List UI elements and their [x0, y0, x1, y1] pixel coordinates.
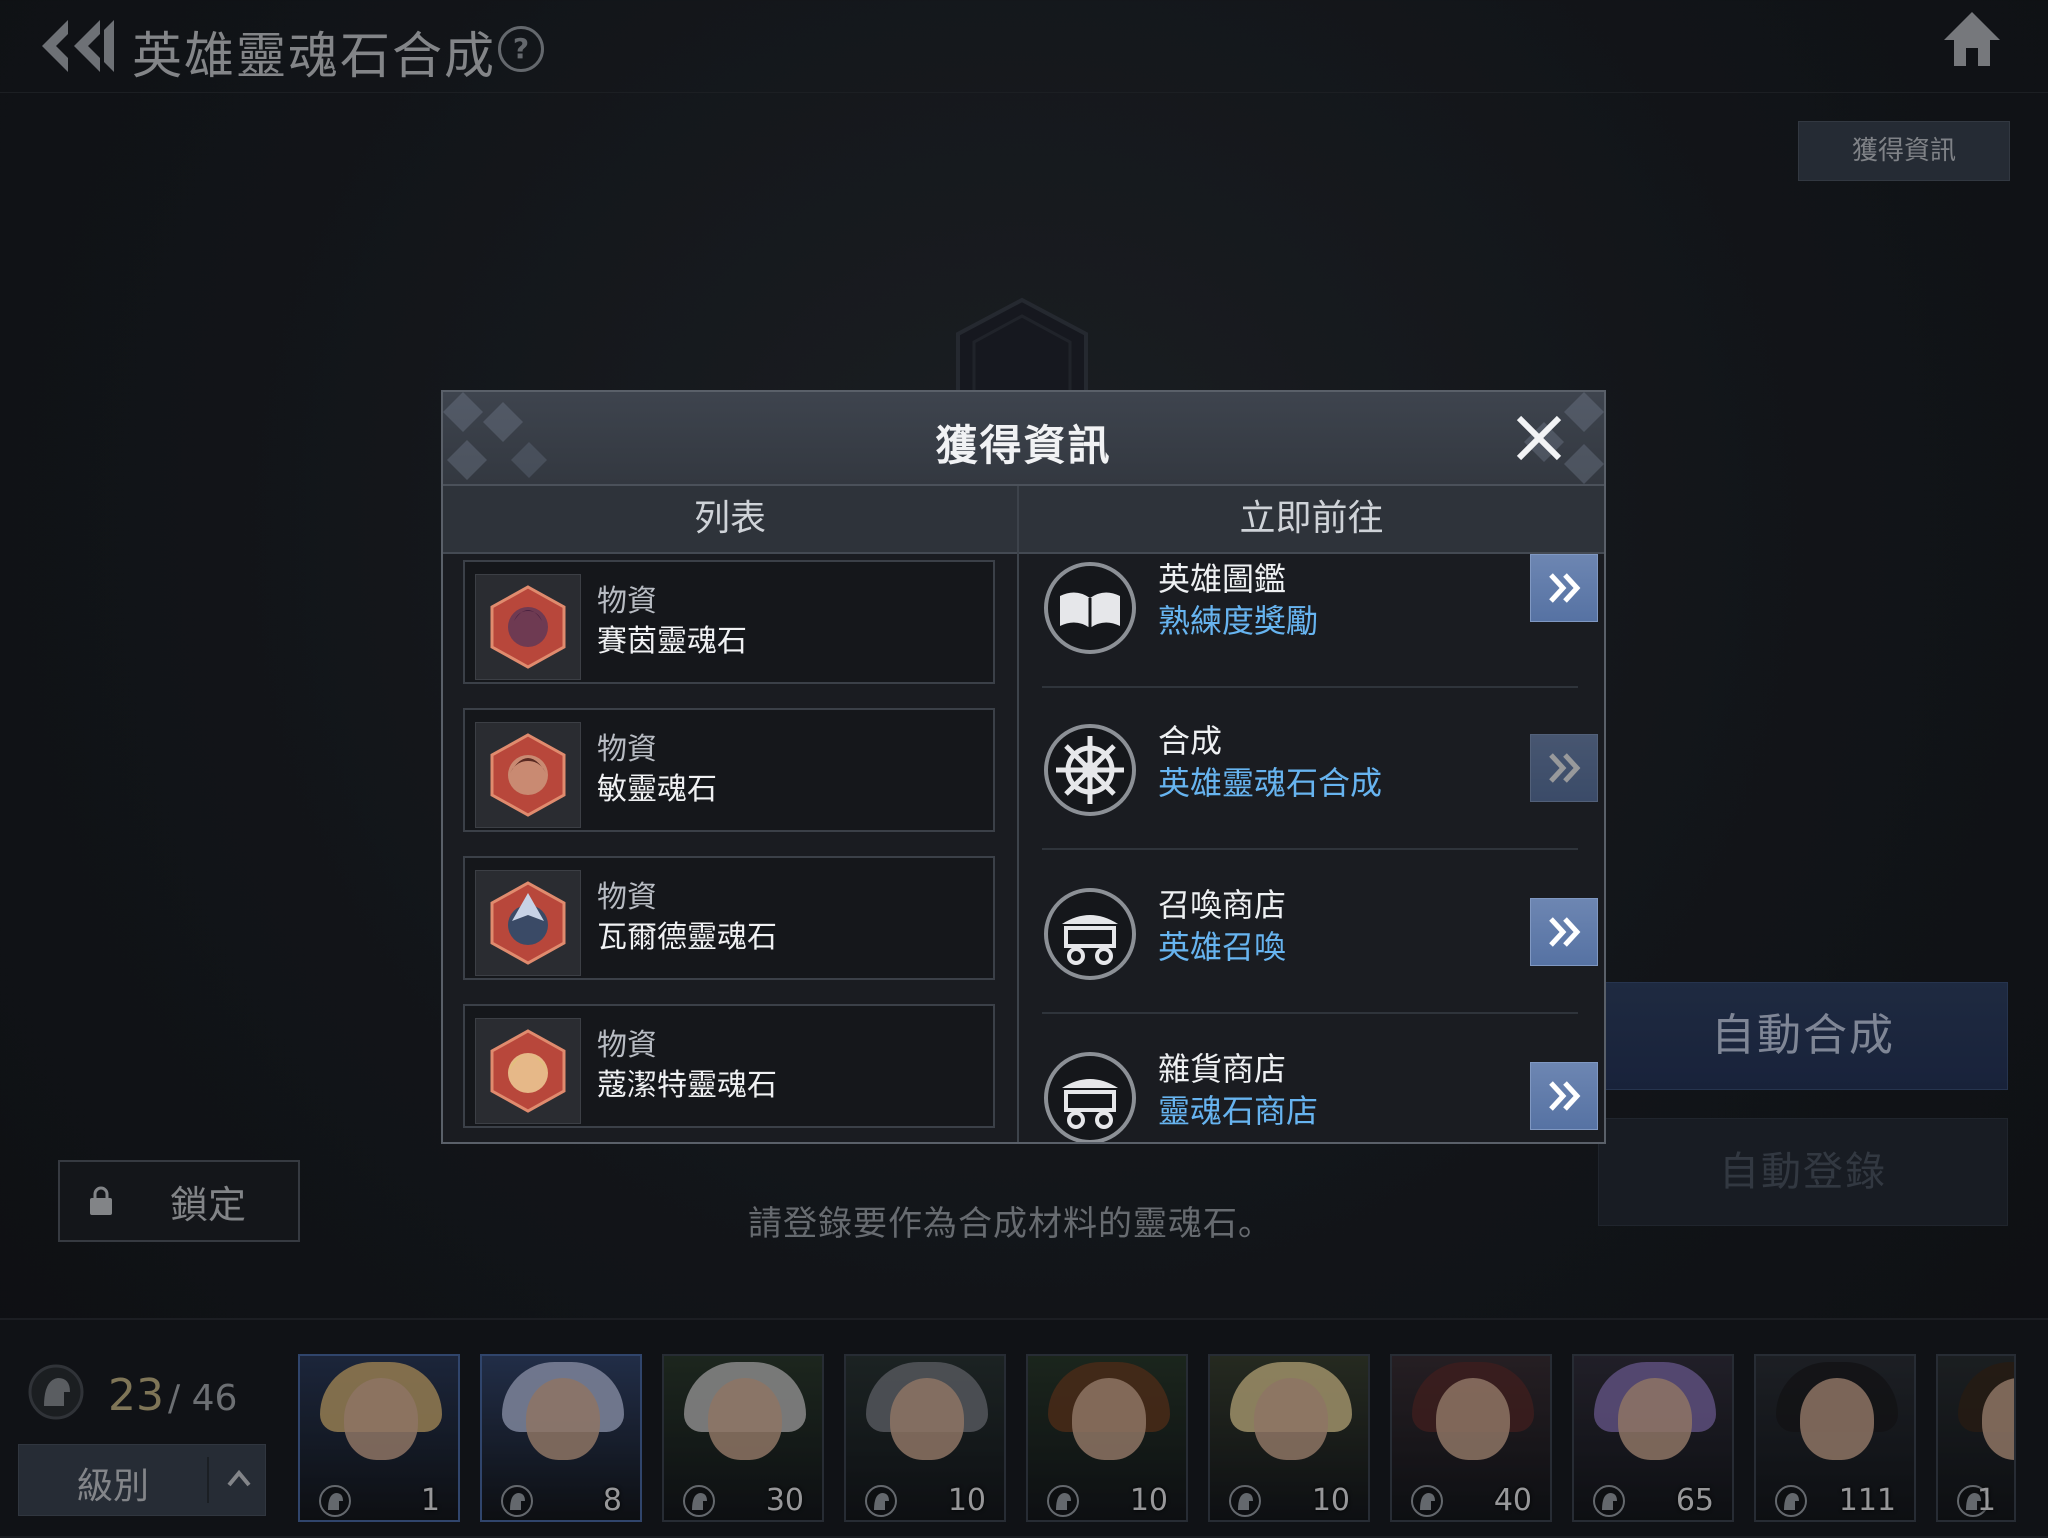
- close-icon[interactable]: [1509, 408, 1569, 468]
- item-category: 物資: [597, 584, 657, 619]
- item-name: 蔻潔特靈魂石: [597, 1068, 777, 1103]
- route-destination: 英雄靈魂石合成: [1158, 764, 1383, 802]
- soulstone-icon: [490, 585, 566, 669]
- soulstone-icon: [490, 1029, 566, 1113]
- soulstone-thumb: [475, 870, 581, 976]
- route-category: 召喚商店: [1158, 886, 1287, 924]
- list-item[interactable]: 物資 瓦爾德靈魂石: [463, 856, 995, 980]
- double-chevron-icon: [1549, 753, 1581, 783]
- double-chevron-icon: [1549, 573, 1581, 603]
- route-row: 英雄圖鑑 熟練度獎勵: [1018, 526, 1604, 688]
- route-row: 召喚商店 英雄召喚: [1018, 852, 1604, 1014]
- cart-icon: [1044, 888, 1136, 980]
- go-button[interactable]: [1530, 734, 1598, 802]
- route-row: 合成 英雄靈魂石合成: [1018, 688, 1604, 850]
- route-category: 英雄圖鑑: [1158, 560, 1287, 598]
- item-name: 瓦爾德靈魂石: [597, 920, 777, 955]
- acquire-info-dialog: 獲得資訊 列表 立即前往 物資 賽茵靈魂石 物資 敏靈魂石 物資 瓦爾德靈魂石 …: [441, 390, 1606, 1144]
- list-item[interactable]: 物資 賽茵靈魂石: [463, 560, 995, 684]
- route-destination: 英雄召喚: [1158, 928, 1287, 966]
- route-row: 雜貨商店 靈魂石商店: [1018, 1016, 1604, 1142]
- soulstone-thumb: [475, 722, 581, 828]
- route-separator: [1042, 848, 1578, 850]
- item-name: 賽茵靈魂石: [597, 624, 747, 659]
- wheel-icon: [1044, 724, 1136, 816]
- list-column-header: 列表: [443, 486, 1017, 554]
- double-chevron-icon: [1549, 917, 1581, 947]
- item-category: 物資: [597, 880, 657, 915]
- cart-icon: [1044, 1052, 1136, 1142]
- book-icon: [1044, 562, 1136, 654]
- soulstone-icon: [490, 733, 566, 817]
- list-item[interactable]: 物資 敏靈魂石: [463, 708, 995, 832]
- dialog-title: 獲得資訊: [935, 421, 1112, 470]
- go-button[interactable]: [1530, 1062, 1598, 1130]
- route-destination: 靈魂石商店: [1158, 1092, 1319, 1130]
- route-category: 合成: [1158, 722, 1223, 760]
- go-button[interactable]: [1530, 554, 1598, 622]
- route-category: 雜貨商店: [1158, 1050, 1287, 1088]
- list-item[interactable]: 物資 蔻潔特靈魂石: [463, 1004, 995, 1128]
- soulstone-thumb: [475, 1018, 581, 1124]
- dialog-header: 獲得資訊: [443, 392, 1604, 486]
- route-separator: [1042, 1012, 1578, 1014]
- item-category: 物資: [597, 1028, 657, 1063]
- route-destination: 熟練度獎勵: [1158, 602, 1319, 640]
- item-name: 敏靈魂石: [597, 772, 717, 807]
- soulstone-icon: [490, 881, 566, 965]
- soulstone-thumb: [475, 574, 581, 680]
- item-category: 物資: [597, 732, 657, 767]
- go-button[interactable]: [1530, 898, 1598, 966]
- double-chevron-icon: [1549, 1081, 1581, 1111]
